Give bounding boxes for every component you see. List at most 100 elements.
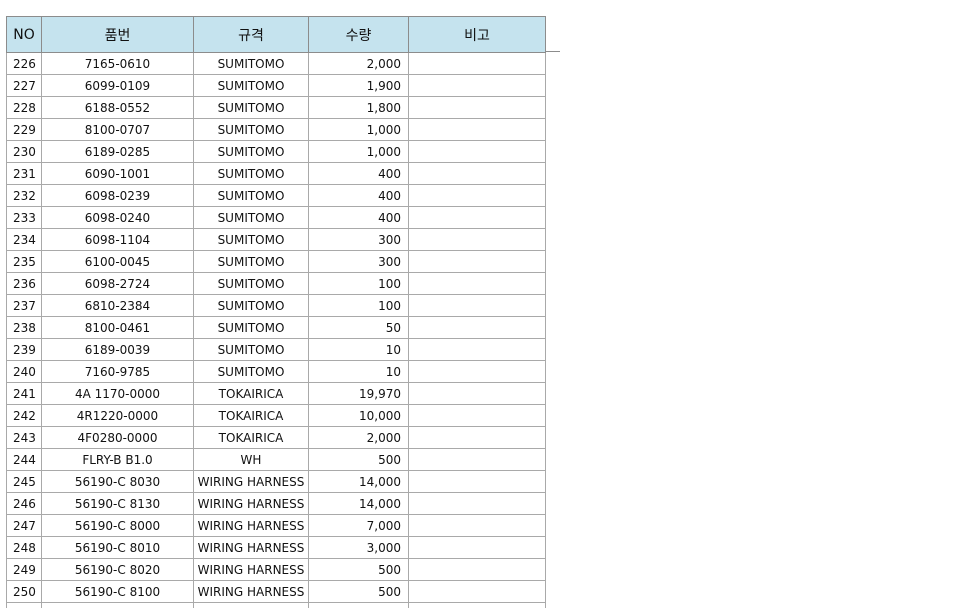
table-row: 234 6098-1104 SUMITOMO 300 <box>6 228 546 251</box>
cell-no: 244 <box>6 448 42 471</box>
cell-note <box>408 404 546 427</box>
table-row: 227 6099-0109 SUMITOMO 1,900 <box>6 74 546 97</box>
cell-spec: SUMITOMO <box>193 206 309 229</box>
cell-quantity: 19,970 <box>308 382 409 405</box>
cell-no: 233 <box>6 206 42 229</box>
cell-note <box>408 470 546 493</box>
cell-part-number: 6090-1001 <box>41 162 194 185</box>
table-row: 237 6810-2384 SUMITOMO 100 <box>6 294 546 317</box>
cell-no: 250 <box>6 580 42 603</box>
cell-note <box>408 514 546 537</box>
cell-spec: TOKAIRICA <box>193 426 309 449</box>
cell-no: 232 <box>6 184 42 207</box>
cell-note <box>408 580 546 603</box>
cell-spec: SUMITOMO <box>193 74 309 97</box>
cell-note <box>408 426 546 449</box>
cell-spec <box>193 602 309 608</box>
cell-quantity: 500 <box>308 448 409 471</box>
table-row: 239 6189-0039 SUMITOMO 10 <box>6 338 546 361</box>
table-header-row: NO 품번 규격 수량 비고 <box>6 16 546 53</box>
table-row: 235 6100-0045 SUMITOMO 300 <box>6 250 546 273</box>
cell-note <box>408 338 546 361</box>
cell-no: 227 <box>6 74 42 97</box>
cell-no <box>6 602 42 608</box>
cell-note <box>408 96 546 119</box>
cell-spec: SUMITOMO <box>193 316 309 339</box>
cell-no: 242 <box>6 404 42 427</box>
cell-note <box>408 162 546 185</box>
cell-quantity: 100 <box>308 294 409 317</box>
cell-spec: SUMITOMO <box>193 272 309 295</box>
cell-note <box>408 294 546 317</box>
cell-no: 234 <box>6 228 42 251</box>
column-header-note: 비고 <box>408 16 546 53</box>
cell-part-number: 6810-2384 <box>41 294 194 317</box>
cell-part-number: FLRY-B B1.0 <box>41 448 194 471</box>
cell-spec: SUMITOMO <box>193 140 309 163</box>
cell-quantity: 10 <box>308 338 409 361</box>
table-row: 242 4R1220-0000 TOKAIRICA 10,000 <box>6 404 546 427</box>
cell-part-number: 6098-0240 <box>41 206 194 229</box>
cell-part-number: 6100-0045 <box>41 250 194 273</box>
cell-note <box>408 74 546 97</box>
cell-part-number: 56190-C 8130 <box>41 492 194 515</box>
table-row: 240 7160-9785 SUMITOMO 10 <box>6 360 546 383</box>
cell-part-number: 6099-0109 <box>41 74 194 97</box>
cell-note <box>408 602 546 608</box>
cell-note <box>408 382 546 405</box>
inventory-table: NO 품번 규격 수량 비고 226 7165-0610 SUMITOMO 2,000… <box>6 16 546 608</box>
cell-quantity: 50 <box>308 316 409 339</box>
inventory-sheet: NO 품번 규격 수량 비고 226 7165-0610 SUMITOMO 2,000… <box>0 0 960 608</box>
table-row: 236 6098-2724 SUMITOMO 100 <box>6 272 546 295</box>
cell-part-number: 8100-0707 <box>41 118 194 141</box>
cell-quantity: 500 <box>308 580 409 603</box>
cell-note <box>408 184 546 207</box>
cell-spec: SUMITOMO <box>193 118 309 141</box>
cell-quantity: 400 <box>308 206 409 229</box>
cell-spec: SUMITOMO <box>193 96 309 119</box>
cell-spec: TOKAIRICA <box>193 404 309 427</box>
table-row: 245 56190-C 8030 WIRING HARNESS 14,000 <box>6 470 546 493</box>
cell-note <box>408 448 546 471</box>
table-row: 229 8100-0707 SUMITOMO 1,000 <box>6 118 546 141</box>
cell-note <box>408 140 546 163</box>
cell-quantity: 10 <box>308 360 409 383</box>
cell-quantity: 14,000 <box>308 492 409 515</box>
cell-quantity: 14,000 <box>308 470 409 493</box>
cell-no: 241 <box>6 382 42 405</box>
table-row: 228 6188-0552 SUMITOMO 1,800 <box>6 96 546 119</box>
cell-quantity: 1,000 <box>308 118 409 141</box>
cell-no: 229 <box>6 118 42 141</box>
table-row <box>6 602 546 608</box>
cell-part-number: 6189-0285 <box>41 140 194 163</box>
column-header-spec: 규격 <box>193 16 309 53</box>
cell-spec: WH <box>193 448 309 471</box>
cell-no: 239 <box>6 338 42 361</box>
table-body: 226 7165-0610 SUMITOMO 2,000 227 6099-0109 SUM… <box>6 52 546 608</box>
cell-no: 240 <box>6 360 42 383</box>
cell-spec: SUMITOMO <box>193 52 309 75</box>
cell-quantity: 10,000 <box>308 404 409 427</box>
cell-quantity: 400 <box>308 184 409 207</box>
cell-quantity: 500 <box>308 558 409 581</box>
cell-quantity: 2,000 <box>308 426 409 449</box>
table-row: 243 4F0280-0000 TOKAIRICA 2,000 <box>6 426 546 449</box>
cell-part-number: 6189-0039 <box>41 338 194 361</box>
cell-note <box>408 52 546 75</box>
table-row: 244 FLRY-B B1.0 WH 500 <box>6 448 546 471</box>
table-row: 241 4A 1170-0000 TOKAIRICA 19,970 <box>6 382 546 405</box>
table-row: 232 6098-0239 SUMITOMO 400 <box>6 184 546 207</box>
header-divider-line <box>544 51 560 52</box>
cell-no: 230 <box>6 140 42 163</box>
cell-spec: SUMITOMO <box>193 338 309 361</box>
table-row: 233 6098-0240 SUMITOMO 400 <box>6 206 546 229</box>
column-header-no: NO <box>6 16 42 53</box>
cell-quantity: 1,000 <box>308 140 409 163</box>
table-row: 226 7165-0610 SUMITOMO 2,000 <box>6 52 546 75</box>
cell-quantity: 1,800 <box>308 96 409 119</box>
cell-note <box>408 360 546 383</box>
cell-note <box>408 316 546 339</box>
cell-part-number: 4R1220-0000 <box>41 404 194 427</box>
cell-no: 238 <box>6 316 42 339</box>
cell-spec: SUMITOMO <box>193 184 309 207</box>
